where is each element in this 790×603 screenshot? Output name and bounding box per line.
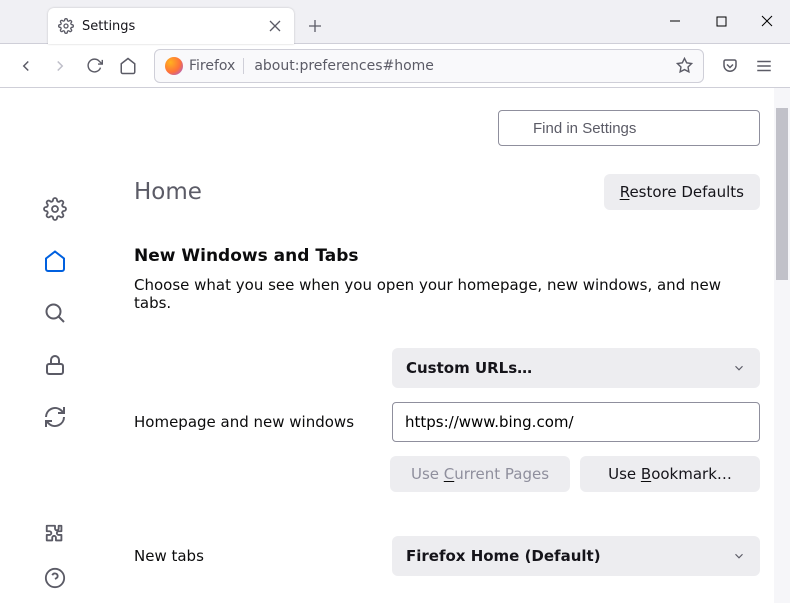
- sidebar-item-help[interactable]: [42, 565, 68, 591]
- section-heading: New Windows and Tabs: [134, 246, 760, 266]
- tab-title: Settings: [82, 19, 258, 34]
- gear-icon: [58, 18, 74, 34]
- firefox-icon: [165, 57, 183, 75]
- maximize-button[interactable]: [698, 0, 744, 43]
- url-bar[interactable]: Firefox about:preferences#home: [154, 49, 704, 83]
- menu-button[interactable]: [748, 50, 780, 82]
- homepage-mode-select[interactable]: Custom URLs…: [392, 348, 760, 388]
- select-value: Custom URLs…: [406, 359, 532, 377]
- settings-main: Home RRestore Defaultsestore Defaults Ne…: [110, 88, 790, 603]
- chevron-down-icon: [732, 361, 746, 375]
- content-area: Home RRestore Defaultsestore Defaults Ne…: [0, 88, 790, 603]
- browser-tab[interactable]: Settings: [48, 8, 294, 44]
- section-description: Choose what you see when you open your h…: [134, 276, 760, 312]
- sidebar-item-general[interactable]: [42, 196, 68, 222]
- settings-sidebar: [0, 88, 110, 603]
- forward-button[interactable]: [44, 50, 76, 82]
- identity-label: Firefox: [189, 58, 244, 74]
- select-value: Firefox Home (Default): [406, 547, 601, 565]
- sidebar-item-extensions[interactable]: [42, 521, 68, 547]
- scrollbar[interactable]: [774, 88, 790, 603]
- restore-defaults-button[interactable]: RRestore Defaultsestore Defaults: [604, 174, 760, 210]
- sidebar-item-search[interactable]: [42, 300, 68, 326]
- page-title: Home: [134, 179, 202, 205]
- window-titlebar: Settings: [0, 0, 790, 44]
- newtabs-label: New tabs: [134, 547, 380, 565]
- window-controls: [652, 0, 790, 43]
- browser-toolbar: Firefox about:preferences#home: [0, 44, 790, 88]
- identity-box[interactable]: Firefox: [165, 57, 244, 75]
- sidebar-item-privacy[interactable]: [42, 352, 68, 378]
- window-close-button[interactable]: [744, 0, 790, 43]
- homepage-url-input[interactable]: [392, 402, 760, 442]
- home-button[interactable]: [112, 50, 144, 82]
- newtabs-select[interactable]: Firefox Home (Default): [392, 536, 760, 576]
- use-bookmark-button[interactable]: Use Bookmark…Use Bookmark…: [580, 456, 760, 492]
- sidebar-item-sync[interactable]: [42, 404, 68, 430]
- reload-button[interactable]: [78, 50, 110, 82]
- search-input[interactable]: [498, 110, 760, 146]
- close-icon[interactable]: [266, 17, 284, 35]
- new-tab-button[interactable]: [300, 11, 330, 41]
- bookmark-star-icon[interactable]: [676, 57, 693, 74]
- find-in-settings[interactable]: [498, 110, 760, 146]
- pocket-button[interactable]: [714, 50, 746, 82]
- homepage-label: Homepage and new windows: [134, 413, 380, 431]
- use-current-pages-button[interactable]: Use Current PagesUse Current Pages: [390, 456, 570, 492]
- chevron-down-icon: [732, 549, 746, 563]
- url-text: about:preferences#home: [254, 58, 666, 74]
- sidebar-item-home[interactable]: [42, 248, 68, 274]
- scrollbar-thumb[interactable]: [776, 108, 788, 280]
- back-button[interactable]: [10, 50, 42, 82]
- minimize-button[interactable]: [652, 0, 698, 43]
